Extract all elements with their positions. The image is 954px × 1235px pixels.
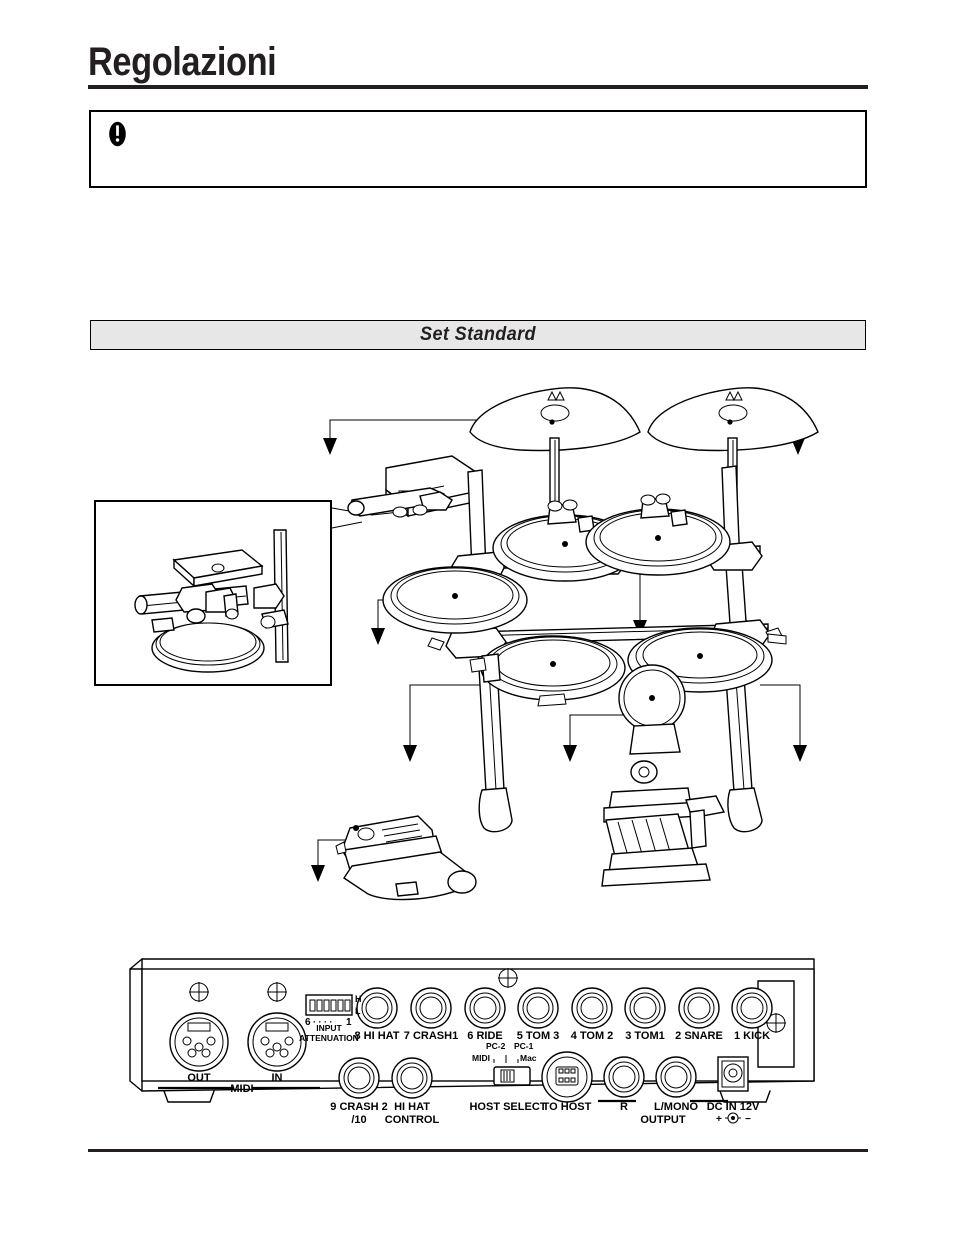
section-banner: Set Standard	[90, 320, 866, 350]
hihat-control-pedal	[335, 815, 477, 901]
page-title: Regolazioni	[88, 40, 277, 84]
jack-label-9-crash2-line1: 9 CRASH 2	[330, 1101, 387, 1113]
attenuation-scale-dots: · · · ·	[313, 1017, 333, 1027]
trigger-jack-2	[678, 987, 720, 1029]
host-select-mac-label: Mac	[520, 1053, 537, 1063]
midi-out-label: OUT	[187, 1072, 211, 1084]
dc-polarity-symbol: + −	[716, 1112, 751, 1125]
dc-polarity-plus: +	[716, 1114, 722, 1125]
midi-in-label: IN	[272, 1072, 283, 1084]
to-host-connector	[541, 1051, 593, 1103]
attenuation-low-label: L	[355, 1006, 361, 1016]
section-banner-label: Set Standard	[420, 324, 536, 345]
title-divider	[88, 85, 868, 89]
jack-label-8-hihat: 8 HI HAT	[354, 1030, 399, 1042]
attenuation-scale-right: 1	[346, 1017, 352, 1028]
output-l-mono-label: L/MONO	[654, 1101, 698, 1113]
clamp-detail-illustration	[134, 529, 289, 673]
hihat-control-label-line1: HI HAT	[394, 1101, 430, 1113]
rear-panel-illustration: OUT IN MIDI 8 HI HAT 7 CRASH1 6 RIDE 5 T…	[129, 958, 815, 1126]
host-select-pc2-label: PC-2	[486, 1041, 506, 1051]
host-select-midi-label: MIDI	[472, 1053, 490, 1063]
attenuation-high-label: H	[355, 994, 362, 1004]
trigger-jack-7	[410, 987, 452, 1029]
snare-pad	[382, 566, 528, 634]
manual-page: Regolazioni Set Standard OUT IN MIDI 8 H…	[0, 0, 954, 1235]
midi-in-connector	[247, 1012, 307, 1072]
tom-pad-2	[585, 493, 731, 576]
to-host-label: TO HOST	[543, 1101, 592, 1113]
kick-pad	[618, 664, 686, 755]
dc-in-connector	[717, 1056, 749, 1092]
trigger-jack-3	[624, 987, 666, 1029]
hihat-control-label-line2: CONTROL	[385, 1114, 440, 1126]
midi-out-connector	[169, 1012, 229, 1072]
attenuation-scale-left: 6	[305, 1017, 311, 1028]
rear-panel-figure: OUT IN MIDI 8 HI HAT 7 CRASH1 6 RIDE 5 T…	[124, 955, 824, 1126]
trigger-jack-4	[571, 987, 613, 1029]
notice-box	[89, 110, 867, 188]
jack-label-7-crash1: 7 CRASH1	[404, 1030, 458, 1042]
jack-label-4-tom2: 4 TOM 2	[571, 1030, 614, 1042]
jack-label-2-snare: 2 SNARE	[675, 1030, 723, 1042]
tom-pad-3	[480, 635, 626, 707]
trigger-jack-9-crash2	[338, 1057, 380, 1099]
output-jack-l-mono	[655, 1056, 697, 1098]
jack-label-3-tom1: 3 TOM1	[625, 1030, 665, 1042]
output-r-label: R	[620, 1101, 628, 1113]
midi-group-label: MIDI	[230, 1083, 253, 1095]
footer-divider	[88, 1149, 868, 1152]
jack-label-1-kick: 1 KICK	[734, 1030, 770, 1042]
dc-polarity-minus: −	[745, 1114, 751, 1125]
host-select-pc1-label: PC-1	[514, 1041, 534, 1051]
attenuation-title-line2: ATTENUATION	[299, 1033, 359, 1043]
trigger-jack-8	[356, 987, 398, 1029]
detail-callout-box	[94, 500, 332, 686]
jack-label-9-crash2-line2: /10	[351, 1114, 366, 1126]
drum-sound-module	[347, 455, 477, 518]
hihat-control-jack	[391, 1057, 433, 1099]
exclamation-icon	[108, 121, 127, 147]
kick-pedal	[601, 760, 726, 887]
trigger-jack-1	[731, 987, 773, 1029]
host-select-label: HOST SELECT	[469, 1101, 546, 1113]
input-attenuation-dipswitch	[305, 994, 353, 1016]
output-group-label: OUTPUT	[640, 1114, 686, 1126]
hihat-stand-leg	[469, 653, 501, 683]
trigger-jack-6	[464, 987, 506, 1029]
dc-in-label: DC IN 12V	[707, 1101, 760, 1113]
trigger-jack-5	[517, 987, 559, 1029]
output-jack-r	[603, 1056, 645, 1098]
